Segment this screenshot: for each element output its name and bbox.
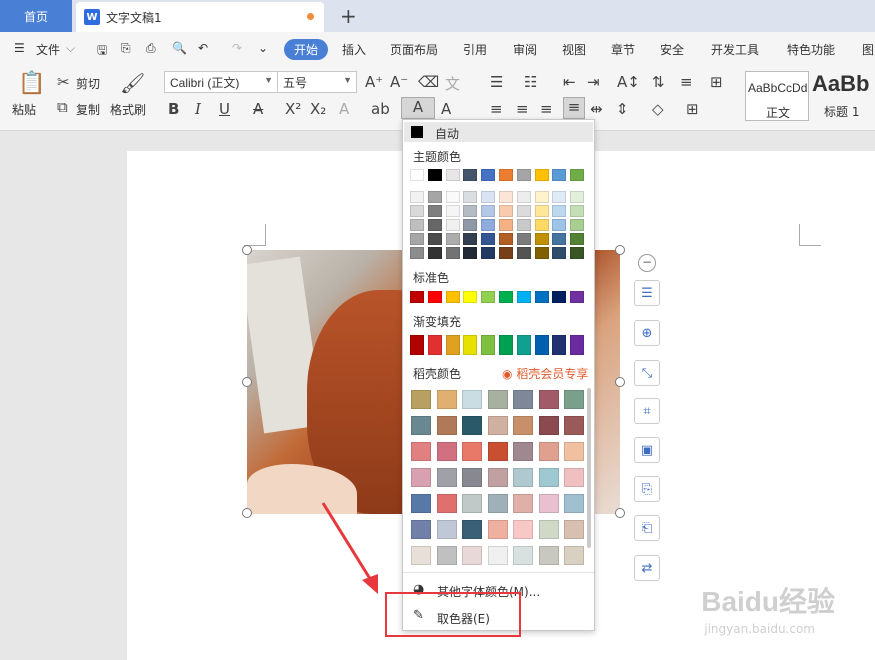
- watermark-url: jingyan.baidu.com: [704, 622, 815, 636]
- watermark-logo: Baidu经验: [701, 586, 835, 617]
- annotation-arrow: [321, 502, 378, 594]
